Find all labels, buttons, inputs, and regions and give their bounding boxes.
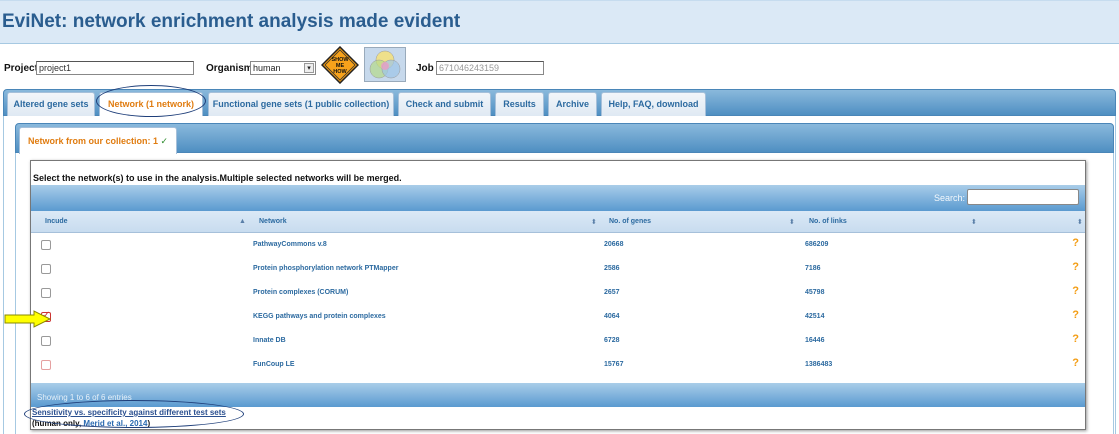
link-count: 7186	[805, 265, 821, 272]
help-icon[interactable]: ?	[1072, 309, 1079, 321]
table-row: Protein complexes (CORUM) 2657 45798 ?	[31, 282, 1085, 306]
organism-value: human	[253, 63, 281, 73]
network-name[interactable]: KEGG pathways and protein complexes	[253, 313, 386, 320]
search-input[interactable]	[967, 189, 1079, 205]
table-row: Protein phosphorylation network PTMapper…	[31, 258, 1085, 282]
tab-check-and-submit[interactable]: Check and submit	[398, 92, 491, 116]
tab-help-faq-download[interactable]: Help, FAQ, download	[601, 92, 706, 116]
network-name[interactable]: Innate DB	[253, 337, 286, 344]
network-name[interactable]: PathwayCommons v.8	[253, 241, 327, 248]
table-row: PathwayCommons v.8 20668 686209 ?	[31, 234, 1085, 258]
link-count: 1386483	[805, 361, 833, 368]
organism-select[interactable]: human ▾	[250, 61, 316, 75]
include-checkbox[interactable]	[41, 264, 51, 274]
link-count: 686209	[805, 241, 829, 248]
help-icon[interactable]: ?	[1072, 237, 1079, 249]
table-header: Incude ▲ Network ⬍ No. of genes ⬍ No. of…	[31, 211, 1085, 233]
project-input[interactable]: project1	[36, 61, 194, 75]
organism-label: Organism	[206, 63, 253, 74]
help-icon[interactable]: ?	[1072, 261, 1079, 273]
highlight-ellipse	[96, 85, 206, 117]
gene-count: 15767	[604, 361, 624, 368]
help-icon[interactable]: ?	[1072, 333, 1079, 345]
tab-network-collection[interactable]: Network from our collection: 1 ✓	[19, 127, 177, 154]
link-count: 16446	[805, 337, 825, 344]
network-name[interactable]: Protein phosphorylation network PTMapper	[253, 265, 398, 272]
table-row: Innate DB 6728 16446 ?	[31, 330, 1085, 354]
help-icon[interactable]: ?	[1072, 357, 1079, 369]
app-title: EviNet: network enrichment analysis made…	[2, 11, 461, 32]
gene-count: 2657	[604, 289, 620, 296]
network-name[interactable]: FunCoup LE	[253, 361, 295, 368]
sub-tab-bar	[15, 123, 1114, 153]
arrow-pointer-icon	[4, 310, 52, 328]
network-name[interactable]: Protein complexes (CORUM)	[253, 289, 348, 296]
table-toolbar: Search:	[31, 185, 1085, 211]
show-me-how-line-3: HOW	[333, 69, 347, 75]
column-header-network[interactable]: Network	[259, 218, 287, 225]
include-checkbox[interactable]	[41, 336, 51, 346]
job-input[interactable]: 671046243159	[436, 61, 544, 75]
title-bar: EviNet: network enrichment analysis made…	[0, 0, 1119, 44]
column-header-include[interactable]: Incude	[45, 218, 68, 225]
project-row: Project project1 Organism human ▾ Job 67…	[0, 55, 1119, 85]
subtab-label: Network from our collection: 1	[28, 136, 159, 146]
sort-icon[interactable]: ⬍	[1077, 218, 1083, 226]
help-icon[interactable]: ?	[1072, 285, 1079, 297]
sort-icon[interactable]: ⬍	[971, 218, 977, 226]
column-header-links[interactable]: No. of links	[809, 218, 847, 225]
tab-results[interactable]: Results	[495, 92, 544, 116]
show-me-how-button[interactable]: SHOW ME HOW	[320, 45, 360, 85]
link-count: 42514	[805, 313, 825, 320]
network-table: Select the network(s) to use in the anal…	[30, 160, 1086, 430]
gene-count: 20668	[604, 241, 624, 248]
instruction-text: Select the network(s) to use in the anal…	[33, 173, 402, 183]
include-checkbox[interactable]	[41, 240, 51, 250]
project-label: Project	[4, 63, 38, 74]
sort-icon[interactable]: ⬍	[591, 218, 597, 226]
show-me-how-icon: SHOW ME HOW	[320, 45, 360, 85]
gene-count: 2586	[604, 265, 620, 272]
gene-count: 6728	[604, 337, 620, 344]
sort-asc-icon[interactable]: ▲	[239, 218, 246, 225]
column-header-genes[interactable]: No. of genes	[609, 218, 651, 225]
highlight-ellipse	[24, 400, 244, 428]
link-count: 45798	[805, 289, 825, 296]
chevron-down-icon: ▾	[304, 63, 314, 73]
venn-diagram-icon[interactable]	[364, 47, 406, 82]
table-row: FunCoup LE 15767 1386483 ?	[31, 354, 1085, 378]
include-checkbox[interactable]	[41, 288, 51, 298]
search-label: Search:	[933, 193, 965, 203]
venn-icon	[369, 50, 401, 79]
job-label: Job	[416, 63, 434, 74]
include-checkbox[interactable]	[41, 360, 51, 370]
tab-altered-gene-sets[interactable]: Altered gene sets	[7, 92, 95, 116]
tab-archive[interactable]: Archive	[548, 92, 597, 116]
tab-functional-gene-sets[interactable]: Functional gene sets (1 public collectio…	[208, 92, 394, 116]
table-row: KEGG pathways and protein complexes 4064…	[31, 306, 1085, 330]
check-icon: ✓	[160, 136, 169, 146]
sort-icon[interactable]: ⬍	[789, 218, 795, 226]
gene-count: 4064	[604, 313, 620, 320]
